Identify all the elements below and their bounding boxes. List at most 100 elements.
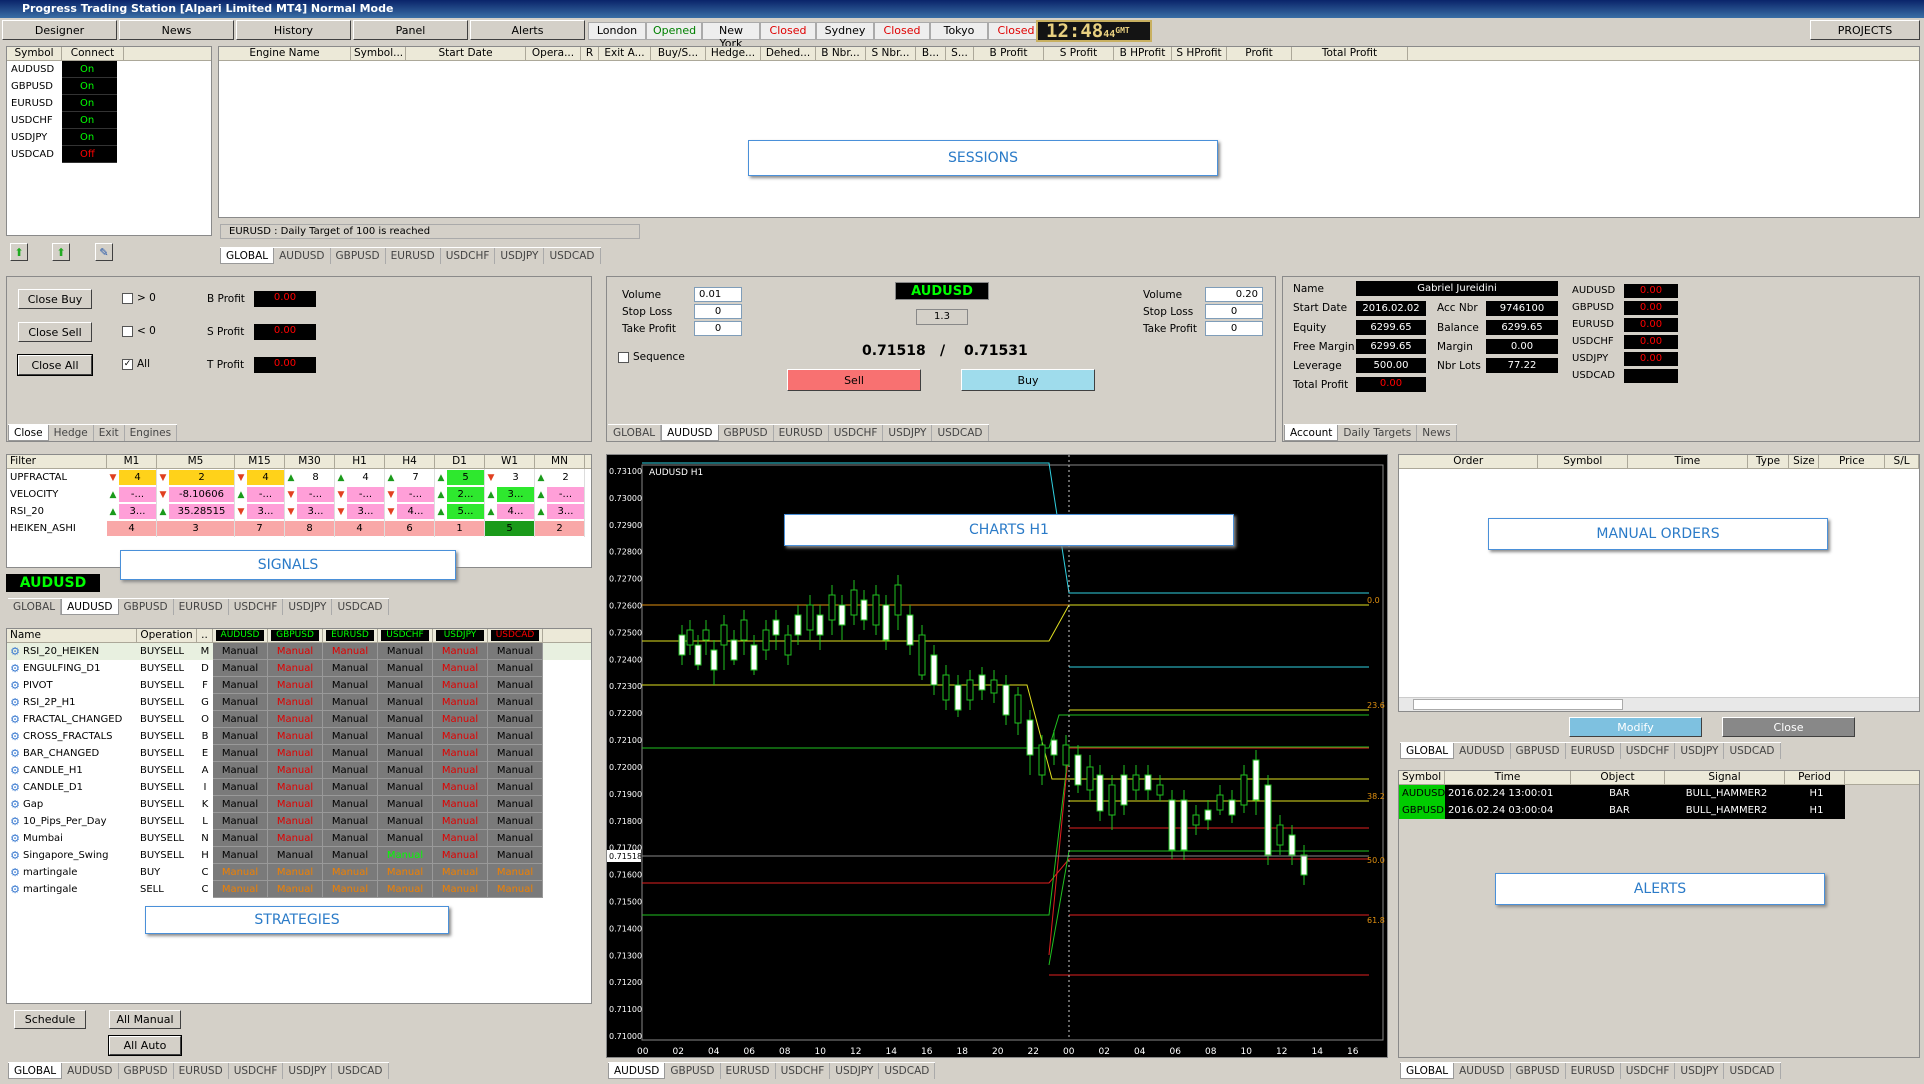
tab-usdchf[interactable]: USDCHF: [441, 248, 496, 264]
strategy-row[interactable]: ⚙ BAR_CHANGED BUYSELL E Manual Manual Manual Ma…: [7, 745, 591, 762]
alert-column-header[interactable]: Period: [1785, 771, 1845, 784]
strategy-mode-button[interactable]: Manual: [268, 677, 323, 694]
tab-usdjpy[interactable]: USDJPY: [495, 248, 545, 264]
session-column-header[interactable]: Total Profit: [1292, 47, 1408, 60]
connect-status[interactable]: On: [62, 112, 117, 129]
history-button[interactable]: History: [236, 20, 351, 40]
strategy-mode-button[interactable]: Manual: [213, 796, 268, 813]
tab-eurusd[interactable]: EURUSD: [774, 425, 829, 441]
tab-usdchf[interactable]: USDCHF: [1621, 1063, 1676, 1079]
strategy-mode-button[interactable]: Manual: [488, 711, 543, 728]
tab-eurusd[interactable]: EURUSD: [174, 1063, 229, 1079]
strategy-mode-button[interactable]: Manual: [378, 677, 433, 694]
strategy-row[interactable]: ⚙ CROSS_FRACTALS BUYSELL B Manual Manual Manua…: [7, 728, 591, 745]
buy-button[interactable]: Buy: [961, 369, 1095, 391]
session-column-header[interactable]: S Profit: [1044, 47, 1114, 60]
tab-usdjpy[interactable]: USDJPY: [1675, 743, 1725, 759]
strategy-mode-button[interactable]: Manual: [488, 779, 543, 796]
strategy-mode-button[interactable]: Manual: [433, 796, 488, 813]
strategy-mode-button[interactable]: Manual: [488, 643, 543, 660]
strategy-mode-button[interactable]: Manual: [378, 813, 433, 830]
tab-hedge[interactable]: Hedge: [49, 425, 94, 441]
modify-button[interactable]: Modify: [1569, 717, 1702, 737]
strategy-mode-button[interactable]: Manual: [323, 677, 378, 694]
buy-volume-input[interactable]: 0.20: [1205, 287, 1263, 302]
alert-column-header[interactable]: Symbol: [1399, 771, 1445, 784]
strategy-row[interactable]: ⚙ Mumbai BUYSELL N Manual Manual Manual Manual M…: [7, 830, 591, 847]
strategy-mode-button[interactable]: Manual: [433, 864, 488, 881]
strategy-mode-button[interactable]: Manual: [488, 847, 543, 864]
tab-gbpusd[interactable]: GBPUSD: [119, 599, 174, 615]
strategy-mode-button[interactable]: Manual: [488, 813, 543, 830]
close-all-button[interactable]: Close All: [17, 354, 93, 376]
connect-status[interactable]: Off: [62, 146, 117, 163]
session-column-header[interactable]: B Profit: [974, 47, 1044, 60]
strategy-mode-button[interactable]: Manual: [323, 660, 378, 677]
tab-usdjpy[interactable]: USDJPY: [1675, 1063, 1725, 1079]
strategy-mode-button[interactable]: Manual: [213, 864, 268, 881]
strategy-mode-button[interactable]: Manual: [323, 728, 378, 745]
strategy-mode-button[interactable]: Manual: [268, 728, 323, 745]
arrow-up-icon[interactable]: ⬆: [10, 243, 28, 261]
tab-global[interactable]: GLOBAL: [1400, 743, 1455, 759]
gt-zero-checkbox[interactable]: > 0: [122, 292, 156, 304]
tab-usdcad[interactable]: USDCAD: [1724, 1063, 1781, 1079]
strategy-mode-button[interactable]: Manual: [378, 694, 433, 711]
strategy-mode-button[interactable]: Manual: [323, 762, 378, 779]
strategy-mode-button[interactable]: Manual: [433, 660, 488, 677]
alerts-button[interactable]: Alerts: [470, 20, 585, 40]
tab-global[interactable]: GLOBAL: [608, 425, 662, 441]
tab-usdchf[interactable]: USDCHF: [829, 425, 884, 441]
connect-status[interactable]: On: [62, 95, 117, 112]
tab-global[interactable]: GLOBAL: [8, 1063, 63, 1079]
alert-row[interactable]: GBPUSD 2016.02.24 03:00:04 BAR BULL_HAMMER2…: [1399, 802, 1845, 819]
strategy-mode-button[interactable]: Manual: [378, 847, 433, 864]
strategy-mode-button[interactable]: Manual: [213, 677, 268, 694]
session-column-header[interactable]: S Nbr...: [866, 47, 916, 60]
strategy-mode-button[interactable]: Manual: [488, 881, 543, 898]
session-column-header[interactable]: Opera...: [526, 47, 581, 60]
strategy-mode-button[interactable]: Manual: [433, 728, 488, 745]
tab-audusd[interactable]: AUDUSD: [274, 248, 331, 264]
tab-audusd[interactable]: AUDUSD: [1454, 1063, 1511, 1079]
tab-gbpusd[interactable]: GBPUSD: [1511, 1063, 1566, 1079]
strategy-mode-button[interactable]: Manual: [433, 643, 488, 660]
strategy-mode-button[interactable]: Manual: [323, 864, 378, 881]
manual-order-column-header[interactable]: Time: [1628, 455, 1748, 468]
strategy-row[interactable]: ⚙ 10_Pips_Per_Day BUYSELL L Manual Manual Manu…: [7, 813, 591, 830]
buy-sl-input[interactable]: 0: [1205, 304, 1263, 319]
strategy-mode-button[interactable]: Manual: [378, 830, 433, 847]
manual-order-column-header[interactable]: Price: [1819, 455, 1886, 468]
tab-usdcad[interactable]: USDCAD: [332, 599, 389, 615]
strategy-row[interactable]: ⚙ ENGULFING_D1 BUYSELL D Manual Manual Manual M…: [7, 660, 591, 677]
session-column-header[interactable]: B...: [916, 47, 946, 60]
all-checkbox[interactable]: ✓ All: [122, 358, 150, 370]
tab-eurusd[interactable]: EURUSD: [386, 248, 441, 264]
manual-order-column-header[interactable]: Symbol: [1538, 455, 1629, 468]
session-column-header[interactable]: Hedge...: [706, 47, 761, 60]
tab-global[interactable]: GLOBAL: [220, 248, 275, 264]
strategy-mode-button[interactable]: Manual: [268, 711, 323, 728]
connect-row[interactable]: AUDUSD On: [7, 61, 211, 78]
tab-exit[interactable]: Exit: [94, 425, 125, 441]
tab-audusd[interactable]: AUDUSD: [608, 1063, 666, 1079]
strategy-mode-button[interactable]: Manual: [213, 779, 268, 796]
session-column-header[interactable]: Buy/S...: [651, 47, 706, 60]
sequence-checkbox[interactable]: Sequence: [618, 351, 685, 363]
all-auto-button[interactable]: All Auto: [108, 1035, 182, 1056]
session-column-header[interactable]: Exit A...: [599, 47, 651, 60]
strategy-row[interactable]: ⚙ Gap BUYSELL K Manual Manual Manual Manual Manu…: [7, 796, 591, 813]
strategy-mode-button[interactable]: Manual: [378, 745, 433, 762]
sell-sl-input[interactable]: 0: [694, 304, 742, 319]
news-button[interactable]: News: [119, 20, 234, 40]
strategy-mode-button[interactable]: Manual: [488, 762, 543, 779]
strategy-mode-button[interactable]: Manual: [433, 847, 488, 864]
all-manual-button[interactable]: All Manual: [109, 1010, 181, 1029]
close-buy-button[interactable]: Close Buy: [18, 289, 92, 309]
tab-usdjpy[interactable]: USDJPY: [283, 599, 333, 615]
connect-status[interactable]: On: [62, 129, 117, 146]
manual-order-column-header[interactable]: Order: [1399, 455, 1539, 468]
tab-usdchf[interactable]: USDCHF: [229, 599, 284, 615]
strategy-mode-button[interactable]: Manual: [268, 660, 323, 677]
strategy-mode-button[interactable]: Manual: [323, 711, 378, 728]
